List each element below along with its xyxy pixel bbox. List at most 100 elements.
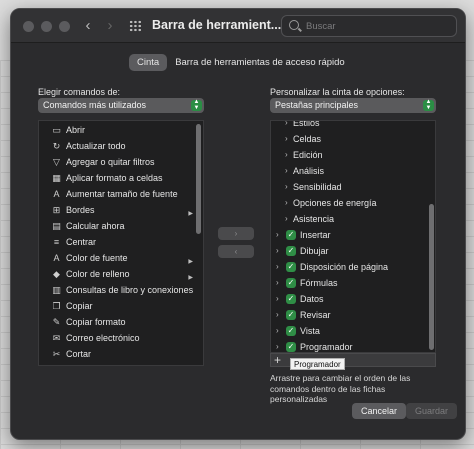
commands-source-select[interactable]: Comandos más utilizados ▲ ▼ <box>38 98 204 113</box>
chevron-right-icon[interactable]: › <box>276 307 284 323</box>
font-color-icon: A <box>53 253 60 263</box>
commands-list-scrollbar[interactable] <box>196 124 201 234</box>
ribbon-item-label: Edición <box>293 150 323 160</box>
chevron-right-icon[interactable]: › <box>276 323 284 339</box>
tab-checkbox[interactable]: ✓ <box>286 246 296 256</box>
cancel-button[interactable]: Cancelar <box>352 403 407 419</box>
command-label: Centrar <box>66 237 97 247</box>
ribbon-tab-item[interactable]: › ✓ Programador <box>271 339 435 352</box>
ribbon-item-label: Opciones de energía <box>293 198 377 208</box>
tab-quick-access-toolbar[interactable]: Barra de herramientas de acceso rápido <box>167 54 353 71</box>
chevron-right-icon: › <box>234 229 238 238</box>
ribbon-group-item[interactable]: › Asistencia <box>271 211 435 227</box>
ribbon-group-item[interactable]: › Sensibilidad <box>271 179 435 195</box>
ribbon-tab-item[interactable]: › ✓ Fórmulas <box>271 275 435 291</box>
drag-tooltip: Programador <box>290 358 345 370</box>
search-field[interactable]: Buscar <box>281 15 457 37</box>
ribbon-item-label: Estilos <box>293 120 320 128</box>
show-all-grid-icon[interactable] <box>129 20 142 32</box>
chevron-left-icon: ‹ <box>234 247 238 256</box>
fill-color-icon: ◆ <box>53 269 60 279</box>
command-item[interactable]: ▦ Aplicar formato a celdas <box>39 170 203 186</box>
tab-ribbon[interactable]: Cinta <box>129 54 168 71</box>
ribbon-group-item[interactable]: › Opciones de energía <box>271 195 435 211</box>
command-item[interactable]: A Color de fuente ▶ <box>39 250 203 266</box>
ribbon-item-label: Fórmulas <box>300 278 338 288</box>
tab-checkbox[interactable]: ✓ <box>286 342 296 352</box>
minimize-window-button[interactable] <box>41 21 52 32</box>
queries-icon: ▥ <box>52 285 61 295</box>
save-button[interactable]: Guardar <box>406 403 458 419</box>
command-item[interactable]: ▽ Agregar o quitar filtros <box>39 154 203 170</box>
chevron-right-icon[interactable]: › <box>285 179 293 195</box>
chevron-right-icon[interactable]: › <box>276 275 284 291</box>
command-item[interactable]: ≡ Centrar <box>39 234 203 250</box>
ribbon-tab-item[interactable]: › ✓ Vista <box>271 323 435 339</box>
command-item[interactable]: ✉ Correo electrónico <box>39 330 203 346</box>
command-item[interactable]: ◆ Color de relleno ▶ <box>39 266 203 282</box>
command-item[interactable]: ⊞ Bordes ▶ <box>39 202 203 218</box>
chevron-right-icon[interactable]: › <box>276 227 284 243</box>
command-item[interactable]: ❐ Copiar <box>39 298 203 314</box>
reorder-hint-text: Arrastre para cambiar el orden de las co… <box>270 373 411 404</box>
chevron-right-icon[interactable]: › <box>285 163 293 179</box>
chevron-right-icon[interactable]: › <box>276 243 284 259</box>
chevron-right-icon[interactable]: › <box>276 339 284 352</box>
chevron-right-icon[interactable]: › <box>285 131 293 147</box>
tab-checkbox[interactable]: ✓ <box>286 262 296 272</box>
chevron-right-icon[interactable]: › <box>285 121 293 131</box>
command-item[interactable]: A Aumentar tamaño de fuente <box>39 186 203 202</box>
ribbon-item-label: Dibujar <box>300 246 329 256</box>
chevron-right-icon[interactable]: › <box>276 259 284 275</box>
ribbon-tab-item[interactable]: › ✓ Datos <box>271 291 435 307</box>
add-tab-button[interactable]: + <box>274 353 281 367</box>
forward-button[interactable]: › <box>101 16 119 36</box>
chevron-right-icon[interactable]: › <box>285 211 293 227</box>
chevron-right-icon[interactable]: › <box>276 291 284 307</box>
command-item[interactable]: ▥ Consultas de libro y conexiones <box>39 282 203 298</box>
command-item[interactable]: ▤ Calcular ahora <box>39 218 203 234</box>
search-icon <box>289 20 299 30</box>
back-button[interactable]: ‹ <box>79 16 97 36</box>
tab-checkbox[interactable]: ✓ <box>286 326 296 336</box>
ribbon-tab-item[interactable]: › ✓ Revisar <box>271 307 435 323</box>
ribbon-tab-item[interactable]: › ✓ Insertar <box>271 227 435 243</box>
command-item[interactable]: ▭ Abrir <box>39 122 203 138</box>
command-label: Bordes <box>66 205 95 215</box>
refresh-icon: ↻ <box>52 141 61 151</box>
tab-checkbox[interactable]: ✓ <box>286 310 296 320</box>
copy-icon: ❐ <box>52 301 61 311</box>
close-window-button[interactable] <box>23 21 34 32</box>
ribbon-tree-scrollbar[interactable] <box>429 204 434 350</box>
zoom-window-button[interactable] <box>59 21 70 32</box>
remove-command-button[interactable]: ‹ <box>218 245 254 258</box>
command-label: Color de relleno <box>66 269 130 279</box>
window-title: Barra de herramient... <box>152 18 282 32</box>
tab-checkbox[interactable]: ✓ <box>286 230 296 240</box>
ribbon-item-label: Revisar <box>300 310 331 320</box>
ribbon-item-label: Disposición de página <box>300 262 389 272</box>
ribbon-tabs-value: Pestañas principales <box>275 100 359 110</box>
ribbon-tab-item[interactable]: › ✓ Disposición de página <box>271 259 435 275</box>
chevron-right-icon[interactable]: › <box>285 147 293 163</box>
align-center-icon: ≡ <box>53 237 60 247</box>
command-item[interactable]: ↻ Actualizar todo <box>39 138 203 154</box>
command-item[interactable]: ✎ Copiar formato <box>39 314 203 330</box>
choose-commands-label: Elegir comandos de: <box>38 87 121 97</box>
folder-icon: ▭ <box>52 125 61 135</box>
tab-checkbox[interactable]: ✓ <box>286 294 296 304</box>
tab-checkbox[interactable]: ✓ <box>286 278 296 288</box>
add-command-button[interactable]: › <box>218 227 254 240</box>
borders-icon: ⊞ <box>52 205 61 215</box>
ribbon-group-item[interactable]: › Celdas <box>271 131 435 147</box>
ribbon-group-item[interactable]: › Análisis <box>271 163 435 179</box>
ribbon-tab-item[interactable]: › ✓ Dibujar <box>271 243 435 259</box>
commands-list[interactable]: ▭ Abrir ↻ Actualizar todo ▽ Agregar o quitar … <box>38 120 204 366</box>
ribbon-group-item[interactable]: › Edición <box>271 147 435 163</box>
chevron-right-icon[interactable]: › <box>285 195 293 211</box>
ribbon-tabs-select[interactable]: Pestañas principales ▲ ▼ <box>270 98 436 113</box>
ribbon-tabs-tree[interactable]: › Estilos › Celdas › Edición › Análisis › Sensibi… <box>270 120 436 353</box>
ribbon-group-item[interactable]: › Estilos <box>271 120 435 131</box>
ribbon-item-label: Insertar <box>300 230 331 240</box>
command-item[interactable]: ✂ Cortar <box>39 346 203 362</box>
